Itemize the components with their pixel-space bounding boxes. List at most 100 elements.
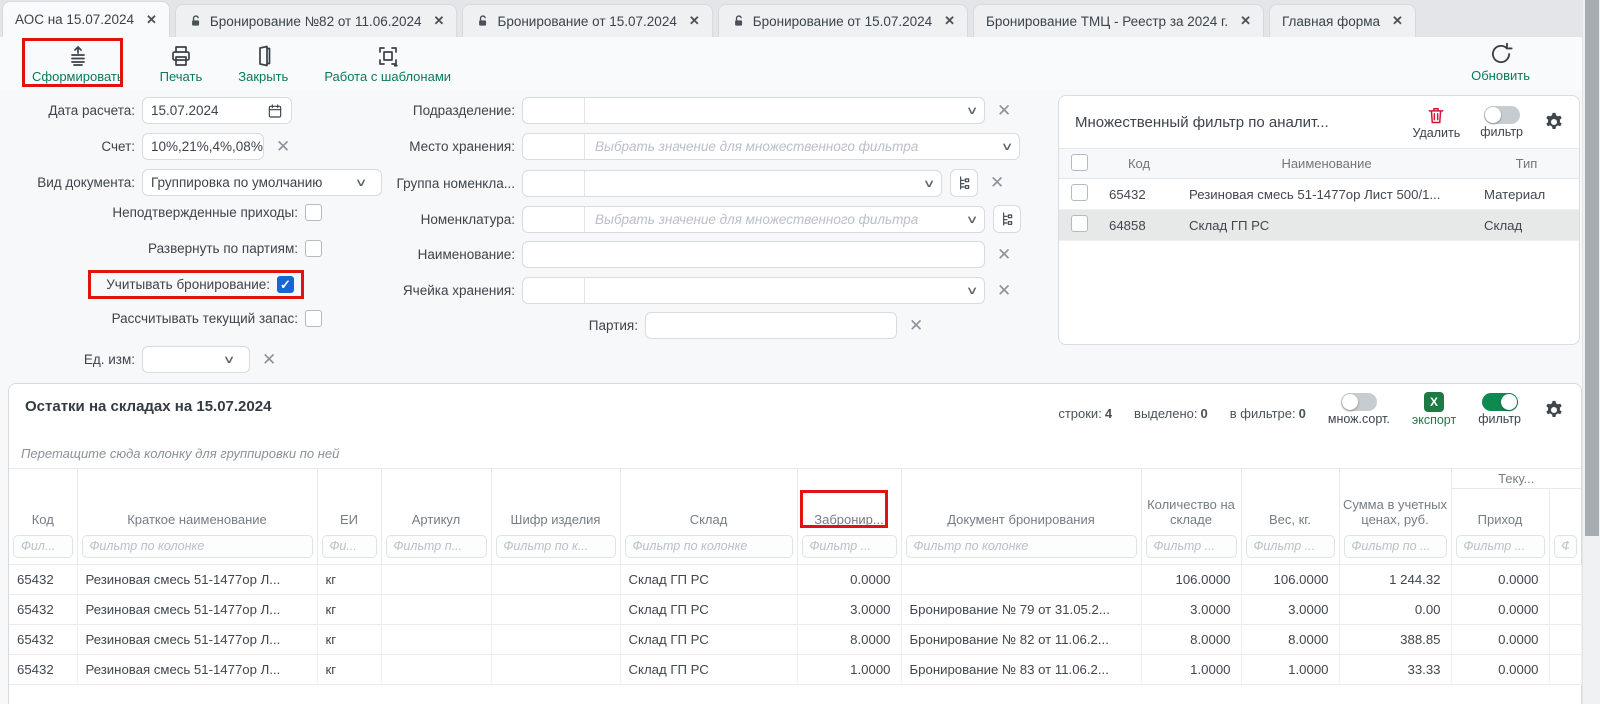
nomenclature-group-combo[interactable]: ∨ [522, 170, 942, 197]
nomenclature-combo[interactable]: Выбрать значение для множественного филь… [522, 206, 985, 233]
nomenclature-code-input[interactable] [523, 207, 585, 232]
col-sum[interactable]: Сумма в учетных ценах, руб. [1339, 469, 1451, 533]
col-short-name[interactable]: Краткое наименование [77, 469, 317, 533]
gear-icon[interactable] [1543, 399, 1565, 421]
chevron-down-icon[interactable]: ∨ [966, 284, 979, 297]
tab-aoc[interactable]: АОС на 15.07.2024 ✕ [2, 1, 170, 37]
chevron-down-icon[interactable]: ∨ [966, 213, 979, 226]
col-weight[interactable]: Вес, кг. [1241, 469, 1339, 533]
filter-input-product-code[interactable] [496, 535, 616, 558]
col-warehouse[interactable]: Склад [620, 469, 797, 533]
storage-cell-combo[interactable]: ∨ [522, 277, 985, 304]
analytics-row[interactable]: 64858Склад ГП РССклад [1059, 210, 1579, 241]
tab-close-icon[interactable]: ✕ [1392, 13, 1403, 29]
reservation-checkbox[interactable]: ✓ [277, 276, 294, 293]
department-combo[interactable]: ∨ [522, 97, 985, 124]
export-button[interactable]: X экспорт [1412, 392, 1456, 427]
account-input[interactable]: 10%,21%,4%,08% [142, 133, 264, 160]
close-button[interactable]: Закрыть [238, 44, 288, 84]
results-filter-toggle[interactable]: фильтр [1478, 393, 1521, 426]
tab-close-icon[interactable]: ✕ [944, 13, 955, 29]
clear-name-icon[interactable]: ✕ [997, 245, 1011, 265]
tab-close-icon[interactable]: ✕ [689, 13, 700, 29]
filter-input-warehouse[interactable] [625, 535, 793, 558]
analytics-col-name[interactable]: Наименование [1179, 149, 1474, 179]
filter-input-article[interactable] [386, 535, 487, 558]
current-stock-checkbox[interactable] [305, 310, 322, 327]
batch-input[interactable] [645, 312, 897, 339]
toggle-off-icon[interactable] [1341, 393, 1377, 411]
unit-select[interactable]: ∨ [142, 346, 250, 373]
nomenclature-group-code-input[interactable] [523, 171, 585, 196]
nomenclature-tree-button[interactable] [993, 205, 1021, 233]
col-income[interactable]: Приход [1451, 489, 1549, 533]
tab-reservation-82[interactable]: Бронирование №82 от 11.06.2024 ✕ [175, 4, 458, 37]
clear-batch-icon[interactable]: ✕ [909, 316, 923, 336]
tab-reservation-1507-a[interactable]: Бронирование от 15.07.2024 ✕ [462, 4, 712, 37]
tab-reservation-1507-b[interactable]: Бронирование от 15.07.2024 ✕ [718, 4, 968, 37]
col-cut[interactable] [1549, 489, 1581, 533]
storage-place-combo[interactable]: Выбрать значение для множественного филь… [522, 133, 1020, 160]
storage-cell-code-input[interactable] [523, 278, 585, 303]
filter-input-sum[interactable] [1344, 535, 1447, 558]
chevron-down-icon[interactable]: ∨ [966, 104, 979, 117]
filter-input-reservation-doc[interactable] [906, 535, 1137, 558]
doc-type-select[interactable]: Группировка по умолчанию ∨ [142, 169, 382, 196]
clear-storage-cell-icon[interactable]: ✕ [997, 281, 1011, 301]
print-button[interactable]: Печать [160, 44, 203, 84]
col-code[interactable]: Код [9, 469, 77, 533]
nomenclature-group-tree-button[interactable] [950, 169, 978, 197]
col-reservation-doc[interactable]: Документ бронирования [901, 469, 1141, 533]
vertical-scrollbar[interactable] [1582, 0, 1600, 704]
filter-input-qty[interactable] [1146, 535, 1237, 558]
col-article[interactable]: Артикул [381, 469, 491, 533]
department-code-input[interactable] [523, 98, 585, 123]
calc-date-input[interactable]: 15.07.2024 [142, 97, 292, 124]
col-unit[interactable]: ЕИ [317, 469, 381, 533]
refresh-button[interactable]: Обновить [1471, 41, 1530, 83]
analytics-col-type[interactable]: Тип [1474, 149, 1579, 179]
tab-registry-2024[interactable]: Бронирование ТМЦ - Реестр за 2024 г. ✕ [973, 4, 1264, 37]
expand-batches-checkbox[interactable] [305, 240, 322, 257]
tab-main-form[interactable]: Главная форма ✕ [1269, 4, 1416, 37]
filter-input-weight[interactable] [1246, 535, 1335, 558]
clear-unit-icon[interactable]: ✕ [262, 350, 276, 370]
filter-input-short-name[interactable] [82, 535, 313, 558]
scrollbar-thumb[interactable] [1585, 0, 1599, 536]
chevron-down-icon[interactable]: ∨ [923, 177, 936, 190]
gear-icon[interactable] [1543, 111, 1565, 133]
analytics-filter-toggle[interactable]: фильтр [1480, 106, 1523, 139]
clear-account-icon[interactable]: ✕ [276, 137, 290, 157]
filter-input-unit[interactable] [322, 535, 377, 558]
calendar-icon[interactable] [267, 103, 283, 119]
analytics-col-code[interactable]: Код [1099, 149, 1179, 179]
storage-place-code-input[interactable] [523, 134, 585, 159]
filter-input-income[interactable] [1456, 535, 1545, 558]
name-filter-input[interactable] [522, 241, 985, 268]
tab-close-icon[interactable]: ✕ [146, 12, 157, 28]
select-all-checkbox[interactable] [1071, 154, 1088, 171]
delete-button[interactable]: Удалить [1412, 105, 1460, 140]
unconfirmed-checkbox[interactable] [305, 204, 322, 221]
templates-button[interactable]: Работа с шаблонами [324, 44, 451, 84]
col-qty[interactable]: Количество на складе [1141, 469, 1241, 533]
analytics-row[interactable]: 65432Резиновая смесь 51-1477ор Лист 500/… [1059, 179, 1579, 210]
toggle-off-icon[interactable] [1484, 106, 1520, 124]
table-row[interactable]: 65432Резиновая смесь 51-1477ор Л...кгСкл… [9, 624, 1581, 654]
col-product-code[interactable]: Шифр изделия [491, 469, 620, 533]
filter-input-code[interactable] [13, 535, 73, 558]
toggle-on-icon[interactable] [1482, 393, 1518, 411]
row-checkbox[interactable] [1071, 215, 1088, 232]
clear-nomenclature-group-icon[interactable]: ✕ [990, 173, 1004, 193]
tab-close-icon[interactable]: ✕ [434, 13, 445, 29]
table-row[interactable]: 65432Резиновая смесь 51-1477ор Л...кгСкл… [9, 654, 1581, 684]
filter-input-reserved[interactable] [802, 535, 897, 558]
clear-department-icon[interactable]: ✕ [997, 101, 1011, 121]
generate-button[interactable]: Сформировать [32, 44, 124, 84]
table-row[interactable]: 65432Резиновая смесь 51-1477ор Л...кгСкл… [9, 594, 1581, 624]
row-checkbox[interactable] [1071, 184, 1088, 201]
multisort-toggle[interactable]: множ.сорт. [1328, 393, 1390, 426]
tab-close-icon[interactable]: ✕ [1240, 13, 1251, 29]
table-row[interactable]: 65432Резиновая смесь 51-1477ор Л...кгСкл… [9, 564, 1581, 594]
filter-input-cut[interactable] [1554, 535, 1578, 558]
